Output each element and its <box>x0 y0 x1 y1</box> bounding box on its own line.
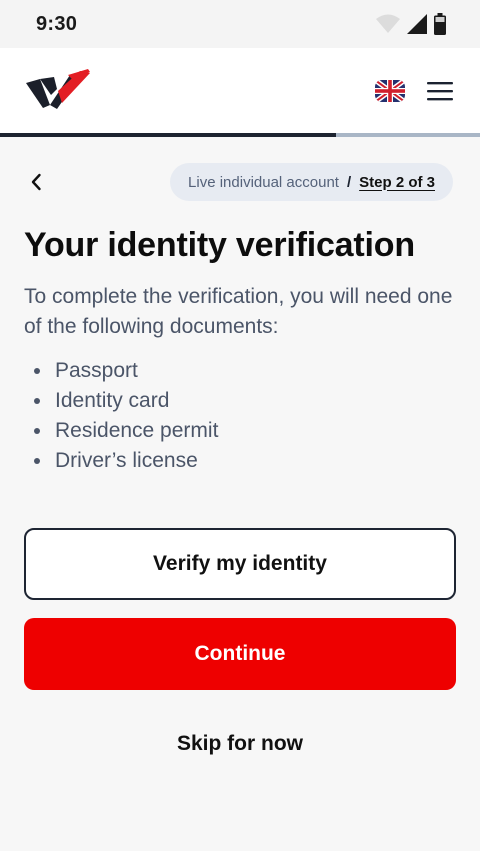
bullet-icon <box>34 428 40 434</box>
status-icons <box>376 13 446 35</box>
battery-icon <box>434 13 446 35</box>
uk-flag-icon[interactable] <box>375 80 405 102</box>
cellular-signal-icon <box>407 14 427 34</box>
document-label: Identity card <box>55 389 170 412</box>
chevron-left-icon <box>31 173 41 191</box>
status-bar: 9:30 <box>0 0 480 48</box>
wifi-icon <box>376 14 400 33</box>
page-description: To complete the verification, you will n… <box>24 285 453 338</box>
list-item: Passport <box>34 356 454 386</box>
bullet-icon <box>34 398 40 404</box>
progress-bar-fill <box>0 133 336 137</box>
back-button[interactable] <box>20 162 52 202</box>
bullet-icon <box>34 368 40 374</box>
breadcrumb-step: Step 2 of 3 <box>359 173 435 191</box>
progress-bar <box>0 133 480 137</box>
document-list: Passport Identity card Residence permit … <box>34 356 454 476</box>
bullet-icon <box>34 458 40 464</box>
document-label: Residence permit <box>55 419 219 442</box>
header-actions <box>375 80 453 102</box>
brand-logo[interactable] <box>24 69 92 113</box>
status-time: 9:30 <box>36 12 78 35</box>
verify-identity-button[interactable]: Verify my identity <box>24 528 456 600</box>
app-header <box>0 48 480 134</box>
breadcrumb-account-type[interactable]: Live individual account <box>188 174 339 191</box>
page-title: Your identity verification <box>24 226 415 264</box>
continue-button[interactable]: Continue <box>24 618 456 690</box>
list-item: Identity card <box>34 386 454 416</box>
list-item: Driver’s license <box>34 446 454 476</box>
navigation-row: Live individual account / Step 2 of 3 <box>0 162 480 202</box>
document-label: Driver’s license <box>55 449 198 472</box>
hamburger-menu-icon[interactable] <box>427 81 453 101</box>
document-label: Passport <box>55 359 138 382</box>
breadcrumb: Live individual account / Step 2 of 3 <box>170 163 453 201</box>
skip-for-now-link[interactable]: Skip for now <box>0 728 480 760</box>
breadcrumb-separator: / <box>346 173 352 191</box>
list-item: Residence permit <box>34 416 454 446</box>
